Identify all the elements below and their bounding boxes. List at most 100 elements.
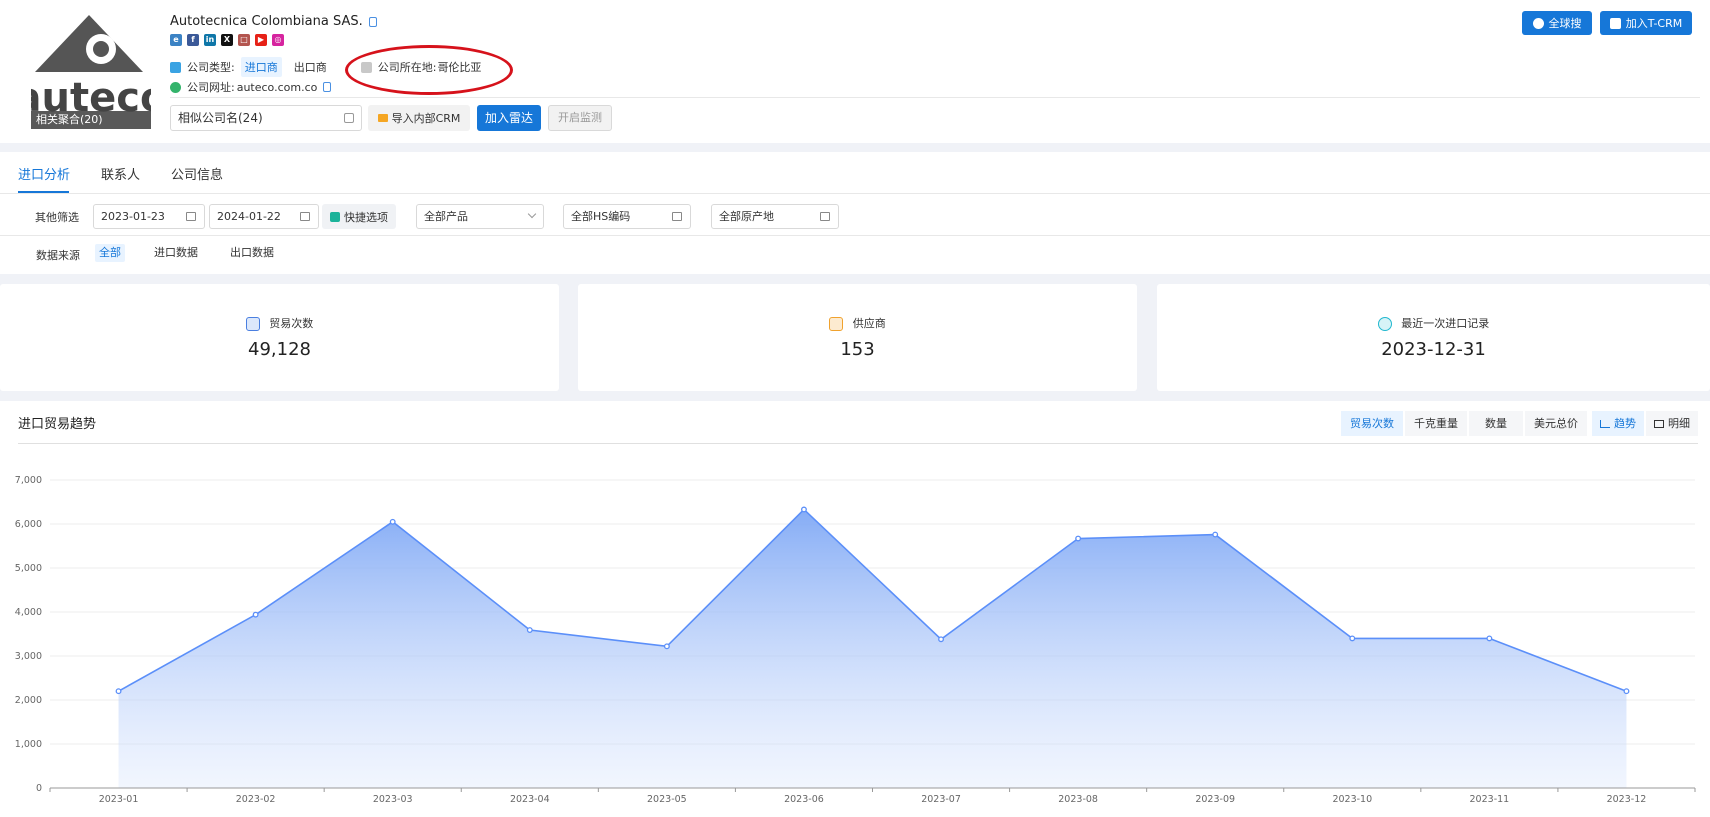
hs-code-value: 全部HS编码 [571,210,631,223]
y-tick-label: 5,000 [15,563,42,574]
view-tab-trend[interactable]: 趋势 [1592,411,1644,436]
stat-value: 49,128 [248,339,311,360]
series-area [118,509,1627,788]
social-links: e f in X □ ▶ ◎ [170,34,284,46]
data-point[interactable] [389,518,396,525]
chart-title: 进口贸易趋势 [18,417,97,432]
ie-icon[interactable]: e [170,34,182,46]
x-tick-label: 2023-04 [510,794,550,805]
metric-tab-quantity[interactable]: 数量 [1469,411,1523,436]
similar-company-label: 相似公司名(24) [178,111,263,125]
data-source-label: 数据来源 [36,249,80,262]
stat-card-last-import: 最近一次进口记录 2023-12-31 [1157,284,1710,391]
tab-company-info[interactable]: 公司信息 [171,164,223,183]
stat-label-text: 贸易次数 [269,317,314,330]
y-tick-label: 0 [36,783,42,794]
table-icon [1654,419,1664,428]
linkedin-icon[interactable]: in [204,34,216,46]
data-point[interactable] [526,627,533,633]
source-all[interactable]: 全部 [95,244,125,262]
quick-options-button[interactable]: 快捷选项 [322,204,396,229]
copy-icon[interactable] [368,16,377,27]
line-chart-icon [1600,419,1610,428]
quick-options-icon [330,211,340,222]
date-from-input[interactable]: 2023-01-23 [93,204,205,229]
y-tick-label: 4,000 [15,607,42,618]
quick-options-label: 快捷选项 [344,210,388,224]
folder-icon [377,114,388,122]
view-tabs: 趋势 明细 [1590,411,1698,436]
data-point[interactable] [801,506,807,513]
data-point[interactable] [1075,535,1082,542]
related-aggregation-badge[interactable]: 相关聚合(20) [31,111,151,129]
x-tick-label: 2023-02 [236,794,276,805]
copy-website-icon[interactable] [323,82,332,92]
stat-value: 2023-12-31 [1381,339,1486,360]
instagram-icon[interactable]: ◎ [272,34,284,46]
global-search-button[interactable]: 全球搜 [1522,11,1592,35]
add-tcrm-button[interactable]: 加入T-CRM [1600,11,1692,35]
data-point[interactable] [252,611,259,618]
youtube-icon[interactable]: ▶ [255,34,267,46]
add-tcrm-label: 加入T-CRM [1625,17,1683,30]
data-point[interactable] [115,688,122,695]
data-point[interactable] [1349,635,1356,642]
y-tick-label: 7,000 [15,475,42,486]
company-logo: auteco 相关聚合(20) [15,15,167,129]
date-to-input[interactable]: 2024-01-22 [209,204,319,229]
view-tab-detail[interactable]: 明细 [1646,411,1698,436]
picker-icon [672,212,682,221]
start-monitor-button[interactable]: 开启监测 [548,105,612,131]
metric-tab-trade-count[interactable]: 贸易次数 [1341,411,1403,436]
x-tick-label: 2023-11 [1470,794,1510,805]
company-type-icon [170,61,181,73]
origin-select[interactable]: 全部原产地 [711,204,839,229]
y-tick-label: 2,000 [15,695,42,706]
data-point[interactable] [1623,688,1630,695]
chart-header-divider [18,443,1698,444]
chevron-down-icon [527,209,537,219]
metric-tab-usd-total[interactable]: 美元总价 [1525,411,1587,436]
website-link[interactable]: auteco.com.co [237,81,318,94]
filter-row: 其他筛选 2023-01-23 2024-01-22 快捷选项 全部产品 全部H… [0,202,1710,230]
data-point[interactable] [1212,531,1219,538]
stat-label: 供应商 [578,315,1137,331]
product-select[interactable]: 全部产品 [416,204,544,229]
source-export[interactable]: 出口数据 [226,244,278,262]
date-from-value: 2023-01-23 [101,210,165,223]
data-point[interactable] [663,643,670,650]
x-tick-label: 2023-01 [99,794,139,805]
website-row: 公司网址: auteco.com.co [170,79,332,95]
calendar-icon [186,212,196,221]
stat-card-trade-count: 贸易次数 49,128 [0,284,559,391]
x-tick-label: 2023-10 [1332,794,1372,805]
y-tick-label: 3,000 [15,651,42,662]
globe-icon [1532,17,1544,29]
view-tab-detail-label: 明细 [1668,417,1690,430]
import-trend-panel: 0 1,000 2,000 3,000 4,000 5,000 6,000 7,000 2023… [0,401,1710,817]
company-header: auteco 相关聚合(20) Autotecnica Colombiana S… [0,0,1710,143]
x-twitter-icon[interactable]: X [221,34,233,46]
tab-import-analysis[interactable]: 进口分析 [18,164,70,183]
data-point[interactable] [1486,635,1493,642]
product-value: 全部产品 [424,210,468,223]
tab-contacts[interactable]: 联系人 [101,164,140,183]
stat-label: 最近一次进口记录 [1157,315,1710,331]
calendar-icon [300,212,310,221]
stat-card-suppliers: 供应商 153 [578,284,1137,391]
company-type-label: 公司类型: [187,61,235,74]
facebook-icon[interactable]: f [187,34,199,46]
hs-code-select[interactable]: 全部HS编码 [563,204,691,229]
import-crm-button[interactable]: 导入内部CRM [368,105,470,131]
add-radar-button[interactable]: 加入雷达 [477,105,541,131]
similar-company-select[interactable]: 相似公司名(24) [170,105,362,131]
source-import[interactable]: 进口数据 [150,244,202,262]
metric-tab-weight[interactable]: 千克重量 [1405,411,1467,436]
importer-tag: 进口商 [240,57,282,77]
company-name-text: Autotecnica Colombiana SAS. [170,14,363,29]
y-tick-label: 6,000 [15,519,42,530]
contact-card-icon[interactable]: □ [238,34,250,46]
stat-label: 贸易次数 [0,315,559,331]
data-point[interactable] [938,636,944,643]
x-tick-label: 2023-06 [784,794,824,805]
